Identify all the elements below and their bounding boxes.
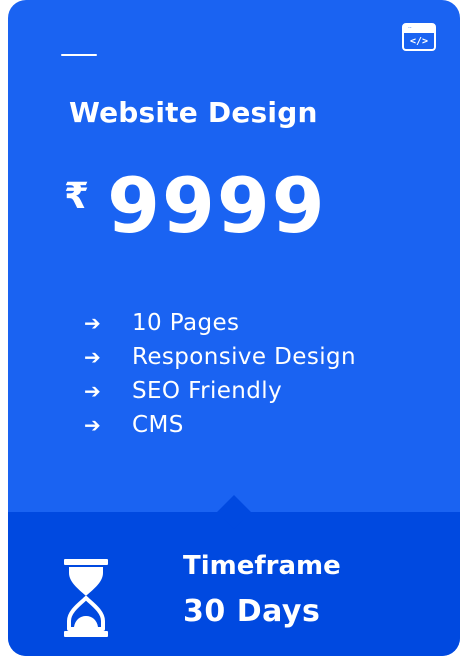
feature-item: ➔ Responsive Design [84,340,356,374]
feature-item: ➔ CMS [84,408,356,442]
hourglass-icon [64,559,108,637]
decorative-dash [61,54,97,56]
feature-list: ➔ 10 Pages ➔ Responsive Design ➔ SEO Fri… [84,306,356,442]
arrow-icon: ➔ [84,345,101,369]
price-amount: 9999 [107,161,327,250]
timeframe-section: Timeframe 30 Days [8,495,460,656]
feature-label: 10 Pages [132,310,240,336]
pricing-card: ·· </> Website Design ₹ 9999 ➔ 10 Pages … [8,0,460,656]
timeframe-label: Timeframe [183,551,341,581]
plan-title: Website Design [69,96,318,129]
currency-symbol: ₹ [64,176,90,217]
arrow-icon: ➔ [84,379,101,403]
arrow-icon: ➔ [84,311,101,335]
feature-label: Responsive Design [132,344,356,370]
timeframe-value: 30 Days [183,594,321,629]
feature-label: SEO Friendly [132,378,283,404]
code-window-icon: ·· </> [402,23,436,51]
feature-label: CMS [132,412,184,438]
price: ₹ 9999 [64,168,327,244]
feature-item: ➔ 10 Pages [84,306,356,340]
arrow-icon: ➔ [84,413,101,437]
notch-pointer [217,495,251,529]
feature-item: ➔ SEO Friendly [84,374,356,408]
